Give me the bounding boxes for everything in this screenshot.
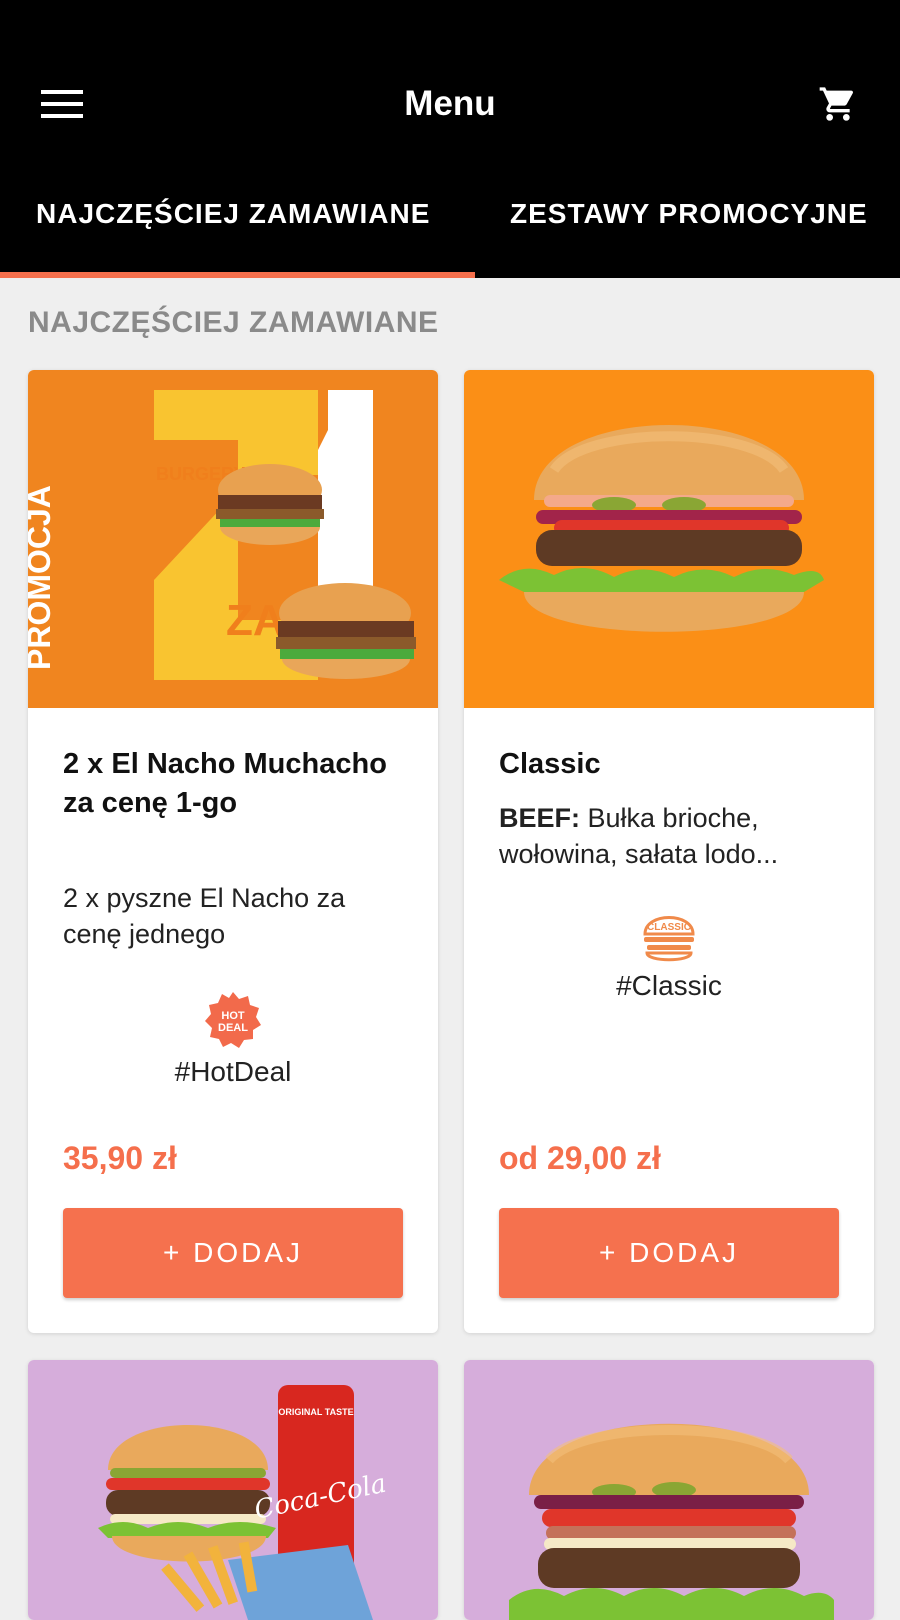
product-image xyxy=(464,1360,874,1620)
add-to-cart-button[interactable]: + DODAJ xyxy=(63,1208,403,1298)
classic-burger-badge-icon: CLASSIC xyxy=(643,916,695,962)
active-tab-indicator xyxy=(0,272,475,278)
product-tag: CLASSIC #Classic xyxy=(464,910,874,1002)
product-image xyxy=(464,370,874,708)
product-card[interactable]: PROMOCJA BURGERY ZA 2 x El Nacho Muchach… xyxy=(28,370,438,1333)
za-text: ZA xyxy=(226,596,285,645)
product-name: Classic xyxy=(499,748,601,780)
hot-deal-badge-icon: HOT DEAL xyxy=(205,992,261,1048)
product-card[interactable] xyxy=(464,1360,874,1620)
shopping-cart-icon[interactable] xyxy=(806,72,870,136)
app-header: Menu NAJCZĘŚCIEJ ZAMAWIANE ZESTAWY PROMO… xyxy=(0,0,900,278)
promo-side-text: PROMOCJA xyxy=(28,485,57,670)
product-tag-label: #Classic xyxy=(616,970,722,1001)
tab-zestawy-promocyjne[interactable]: ZESTAWY PROMOCYJNE xyxy=(510,198,868,230)
product-price: od 29,00 zł xyxy=(499,1140,661,1176)
product-description-bold: BEEF: xyxy=(499,803,580,833)
product-image: ORIGINAL TASTE Coca-Cola xyxy=(28,1360,438,1620)
product-card[interactable]: ORIGINAL TASTE Coca-Cola xyxy=(28,1360,438,1620)
product-image: PROMOCJA BURGERY ZA xyxy=(28,370,438,708)
product-description: BEEF: Bułka brioche, wołowina, sałata lo… xyxy=(499,800,844,872)
section-title: NAJCZĘŚCIEJ ZAMAWIANE xyxy=(28,306,439,339)
add-to-cart-button[interactable]: + DODAJ xyxy=(499,1208,839,1298)
page-title: Menu xyxy=(404,84,496,123)
product-name: 2 x El Nacho Muchacho za cenę 1-go xyxy=(63,748,387,819)
product-price: 35,90 zł xyxy=(63,1140,177,1176)
classic-badge-text: CLASSIC xyxy=(647,922,691,933)
tab-najczesciej-zamawiane[interactable]: NAJCZĘŚCIEJ ZAMAWIANE xyxy=(36,198,430,230)
product-tag: HOT DEAL #HotDeal xyxy=(28,990,438,1088)
hot-deal-badge-text: HOT xyxy=(221,1010,245,1022)
can-top-text: ORIGINAL TASTE xyxy=(278,1407,353,1417)
product-card[interactable]: Classic BEEF: Bułka brioche, wołowina, s… xyxy=(464,370,874,1333)
svg-text:DEAL: DEAL xyxy=(218,1022,248,1034)
product-description: 2 x pyszne El Nacho za cenę jednego xyxy=(63,883,346,949)
product-tag-label: #HotDeal xyxy=(174,1056,292,1087)
